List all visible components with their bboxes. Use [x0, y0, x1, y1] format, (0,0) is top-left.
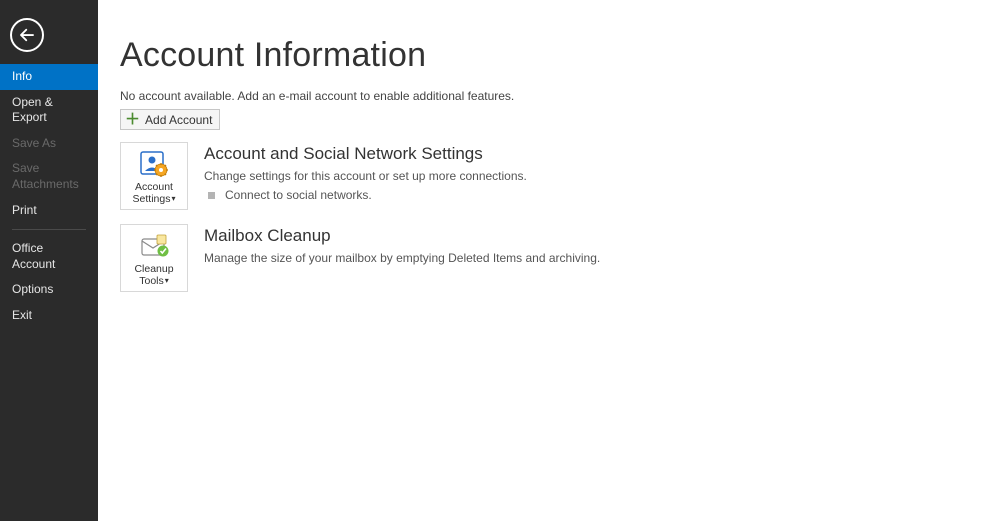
sidebar-item-label: Save As: [12, 136, 56, 150]
account-settings-tile[interactable]: Account Settings▾: [120, 142, 188, 210]
section-desc: Change settings for this account or set …: [204, 169, 527, 183]
tile-label-line1: Account: [135, 181, 173, 193]
mailbox-cleanup-section: Cleanup Tools▾ Mailbox Cleanup Manage th…: [120, 224, 1000, 292]
sidebar-item-label: Office Account: [12, 241, 55, 271]
cleanup-tools-icon: [121, 231, 187, 261]
section-title: Account and Social Network Settings: [204, 144, 527, 164]
tile-label-line2: Settings: [133, 193, 171, 205]
chevron-down-icon: ▾: [171, 195, 175, 204]
sidebar-item-label: Save Attachments: [12, 161, 79, 191]
sidebar-item-label: Print: [12, 203, 37, 217]
sidebar-item-label: Options: [12, 282, 53, 296]
mailbox-cleanup-body: Mailbox Cleanup Manage the size of your …: [204, 224, 600, 270]
page-title: Account Information: [120, 36, 1000, 75]
add-account-button[interactable]: ＋ Add Account: [120, 109, 220, 130]
account-settings-section: Account Settings▾ Account and Social Net…: [120, 142, 1000, 210]
sidebar-item-label: Open & Export: [12, 95, 53, 125]
cleanup-tools-tile[interactable]: Cleanup Tools▾: [120, 224, 188, 292]
back-arrow-icon: [18, 26, 36, 44]
no-account-text: No account available. Add an e-mail acco…: [120, 89, 1000, 103]
account-settings-body: Account and Social Network Settings Chan…: [204, 142, 527, 202]
account-settings-icon: [121, 149, 187, 179]
sidebar-item-office-account[interactable]: Office Account: [0, 236, 98, 277]
sidebar-item-save-as: Save As: [0, 131, 98, 157]
bullet-text: Connect to social networks.: [225, 188, 372, 202]
square-bullet-icon: [208, 192, 215, 199]
plus-icon: ＋: [125, 112, 140, 127]
sidebar-item-options[interactable]: Options: [0, 277, 98, 303]
section-title: Mailbox Cleanup: [204, 226, 600, 246]
sidebar-item-exit[interactable]: Exit: [0, 303, 98, 329]
tile-label-line1: Cleanup: [134, 263, 173, 275]
sidebar-item-save-attachments: Save Attachments: [0, 156, 98, 197]
backstage-sidebar: Info Open & Export Save As Save Attachme…: [0, 0, 98, 521]
chevron-down-icon: ▾: [165, 277, 169, 286]
connect-social-row: Connect to social networks.: [208, 188, 527, 202]
sidebar-item-print[interactable]: Print: [0, 198, 98, 224]
add-account-label: Add Account: [145, 113, 212, 127]
back-button[interactable]: [10, 18, 44, 52]
main-content: Account Information No account available…: [98, 0, 1000, 521]
tile-label-line2: Tools: [139, 275, 164, 287]
sidebar-item-info[interactable]: Info: [0, 64, 98, 90]
sidebar-item-label: Info: [12, 69, 32, 83]
sidebar-separator: [12, 229, 86, 230]
section-desc: Manage the size of your mailbox by empty…: [204, 251, 600, 265]
sidebar-item-open-export[interactable]: Open & Export: [0, 90, 98, 131]
sidebar-item-label: Exit: [12, 308, 32, 322]
